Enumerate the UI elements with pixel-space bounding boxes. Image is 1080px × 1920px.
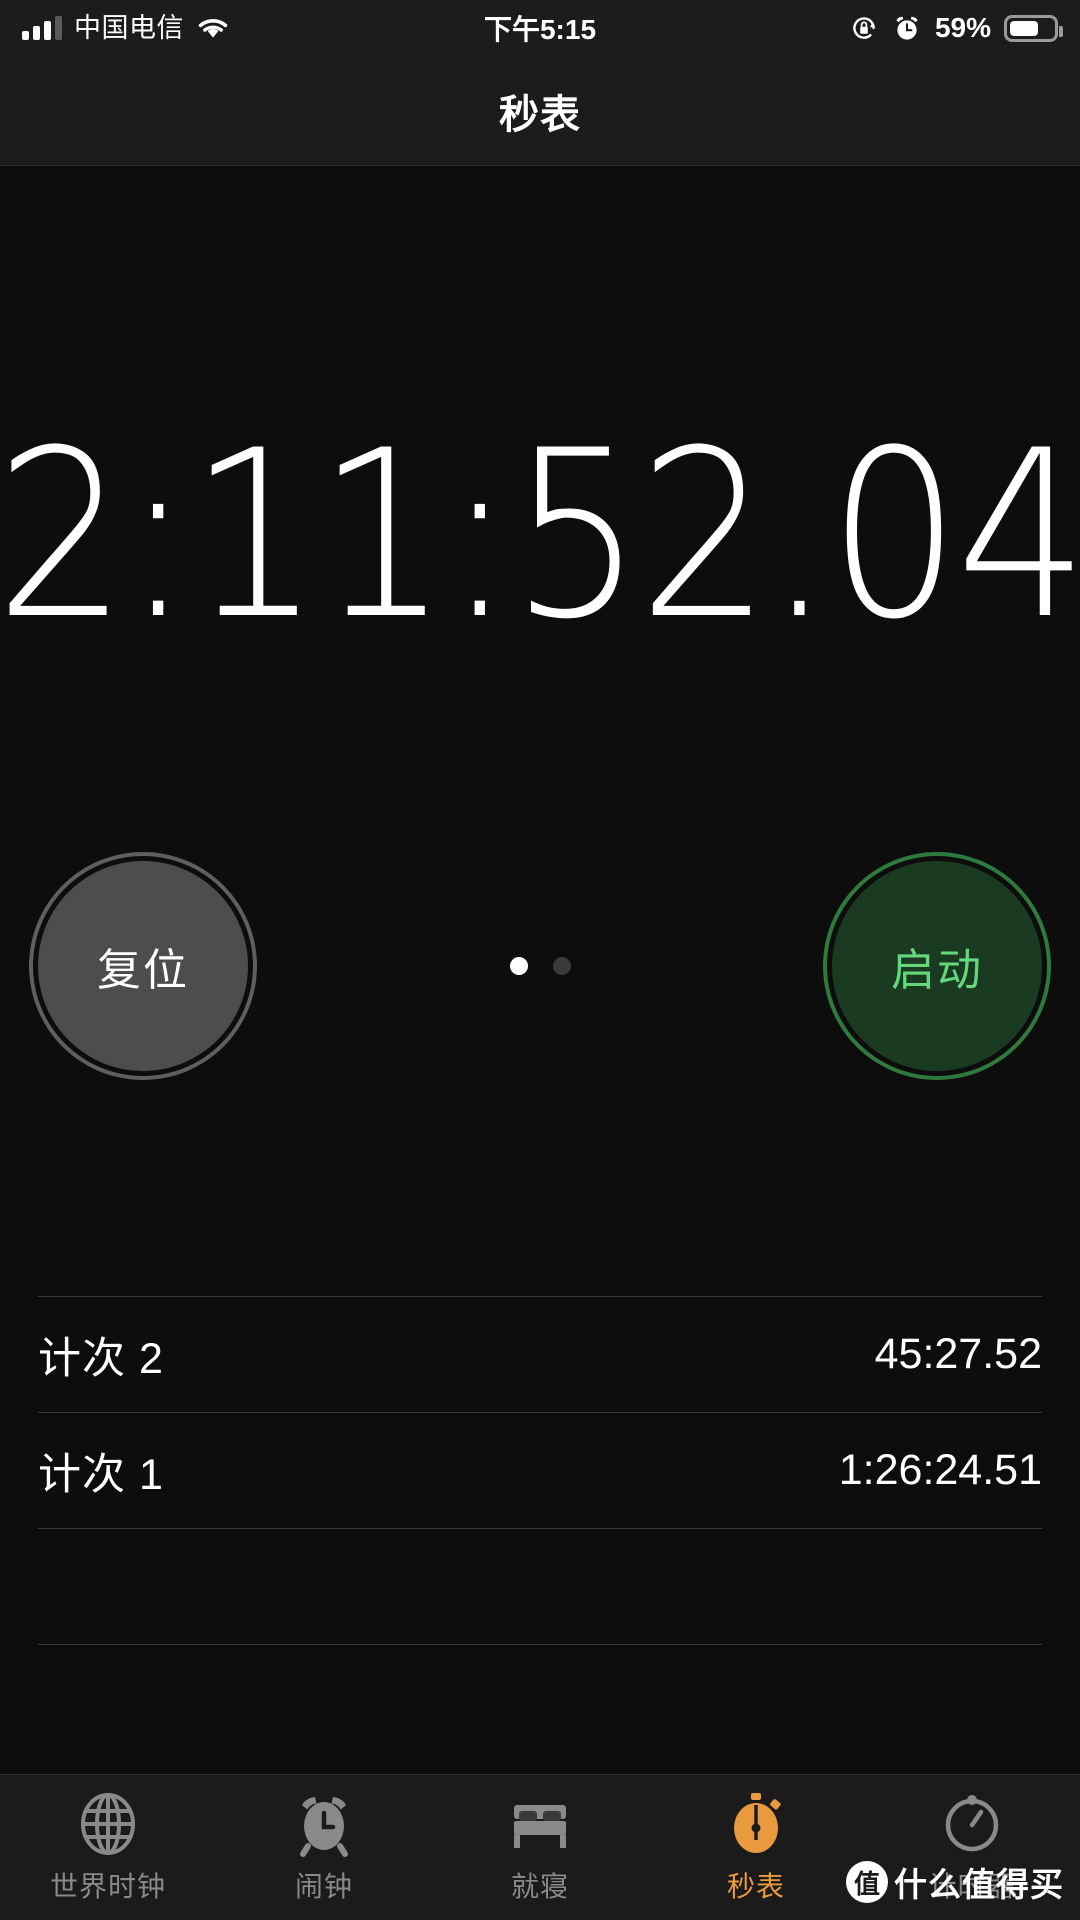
status-bar-right: 59% [849, 0, 1063, 56]
start-button[interactable]: 启动 [832, 861, 1042, 1071]
signal-bars-icon [22, 16, 62, 40]
tab-timer[interactable]: 计时器 [864, 1775, 1080, 1920]
tab-stopwatch[interactable]: 秒表 [648, 1775, 864, 1920]
stopwatch-main-area: 2:11:52.04 复位 启动 计次 2 45:27.52 计次 1 1:26… [0, 166, 1080, 1774]
tab-label: 世界时钟 [49, 1871, 166, 1902]
timer-icon [945, 1795, 999, 1852]
navigation-bar: 秒表 [0, 56, 1080, 166]
start-button-label: 启动 [891, 946, 983, 995]
table-row: 计次 2 45:27.52 [38, 1296, 1042, 1412]
tab-label: 秒表 [726, 1871, 785, 1902]
carrier-name: 中国电信 [74, 12, 184, 43]
tab-bedtime[interactable]: 就寝 [432, 1775, 648, 1920]
status-bar-left: 中国电信 [22, 0, 230, 56]
lap-list[interactable]: 计次 2 45:27.52 计次 1 1:26:24.51 [0, 1296, 1080, 1774]
stopwatch-time-display: 2:11:52.04 [0, 438, 1080, 634]
tab-world-clock[interactable]: 世界时钟 [0, 1775, 216, 1920]
status-bar: 中国电信 下午5:15 59% [0, 0, 1080, 56]
battery-icon [1004, 14, 1063, 42]
page-dot-2[interactable] [552, 957, 571, 975]
status-bar-clock: 下午5:15 [483, 14, 597, 45]
stopwatch-app-screen: 中国电信 下午5:15 59% 秒表 2:11:52.04 复位 启动 计次 2… [0, 0, 1080, 1920]
tab-label: 就寝 [510, 1871, 569, 1902]
table-row [38, 1528, 1042, 1644]
timer-display-container: 2:11:52.04 [0, 438, 1080, 634]
tab-bar: 世界时钟 闹钟 就寝 秒表 计时器 值 什么值得买 [0, 1774, 1080, 1920]
battery-percent-label: 59% [934, 12, 991, 43]
lap-time: 1:26:24.51 [838, 1446, 1042, 1494]
rotation-lock-icon [853, 17, 875, 39]
table-row [38, 1644, 1042, 1760]
wifi-icon [198, 19, 228, 38]
bed-icon [514, 1805, 566, 1848]
page-dot-1[interactable] [509, 957, 528, 975]
table-row: 计次 1 1:26:24.51 [38, 1412, 1042, 1528]
stopwatch-icon [734, 1793, 781, 1853]
tab-label: 计时器 [928, 1871, 1016, 1902]
battery-fill [1010, 20, 1039, 36]
alarm-clock-icon [300, 1797, 348, 1857]
lap-label: 计次 2 [38, 1334, 164, 1383]
alarm-clock-icon [896, 16, 918, 40]
lap-time: 45:27.52 [874, 1330, 1042, 1378]
globe-icon [81, 1793, 135, 1855]
stopwatch-controls: 复位 启动 [0, 861, 1080, 1076]
lap-label: 计次 1 [38, 1450, 164, 1499]
tab-label: 闹钟 [294, 1871, 353, 1902]
page-title: 秒表 [499, 92, 581, 137]
tab-alarm[interactable]: 闹钟 [216, 1775, 432, 1920]
